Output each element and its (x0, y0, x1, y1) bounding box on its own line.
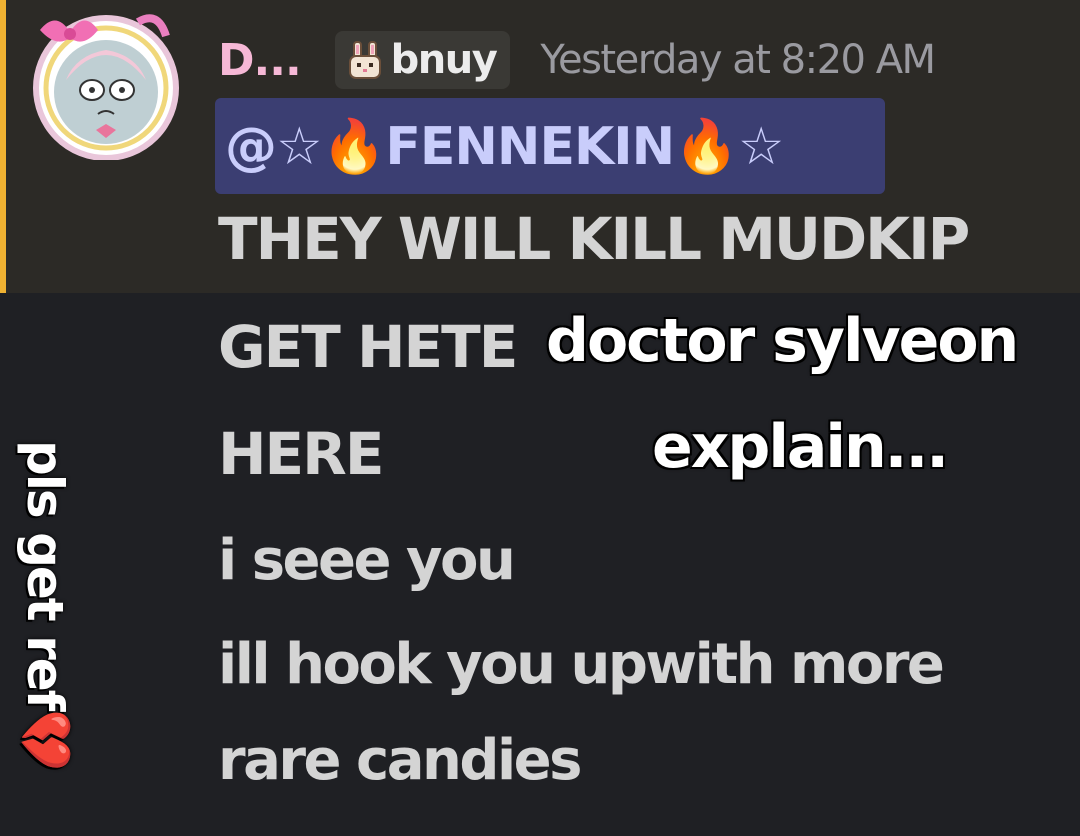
mention-text: @☆🔥FENNEKIN🔥☆ (225, 116, 784, 177)
message-line: HERE (218, 420, 384, 488)
timestamp[interactable]: Yesterday at 8:20 AM (540, 37, 936, 83)
message-line: ill hook you upwith more (218, 632, 945, 697)
avatar-image (33, 14, 179, 161)
message-line: THEY WILL KILL MUDKIP (218, 205, 970, 273)
server-tag[interactable]: bnuy (334, 31, 511, 89)
side-caption: pls get ref💔 (8, 440, 78, 800)
avatar[interactable] (26, 10, 186, 161)
tag-label: bnuy (390, 37, 498, 83)
overlay-caption-line1: doctor sylveon (546, 306, 1019, 376)
message-line: i seee you (218, 528, 516, 593)
side-caption-text: pls get ref💔 (16, 440, 74, 770)
mention-indicator-bar (0, 0, 6, 293)
message-line: rare candies (218, 728, 582, 793)
bunny-icon (348, 41, 381, 79)
user-mention[interactable]: @☆🔥FENNEKIN🔥☆ (215, 98, 885, 194)
message-header: D... bnuy Yesterday at 8:20 AM (218, 28, 936, 92)
author-name[interactable]: D... (218, 35, 302, 86)
overlay-caption-line2: explain... (652, 412, 949, 482)
message-line: GET HETE (218, 313, 518, 381)
